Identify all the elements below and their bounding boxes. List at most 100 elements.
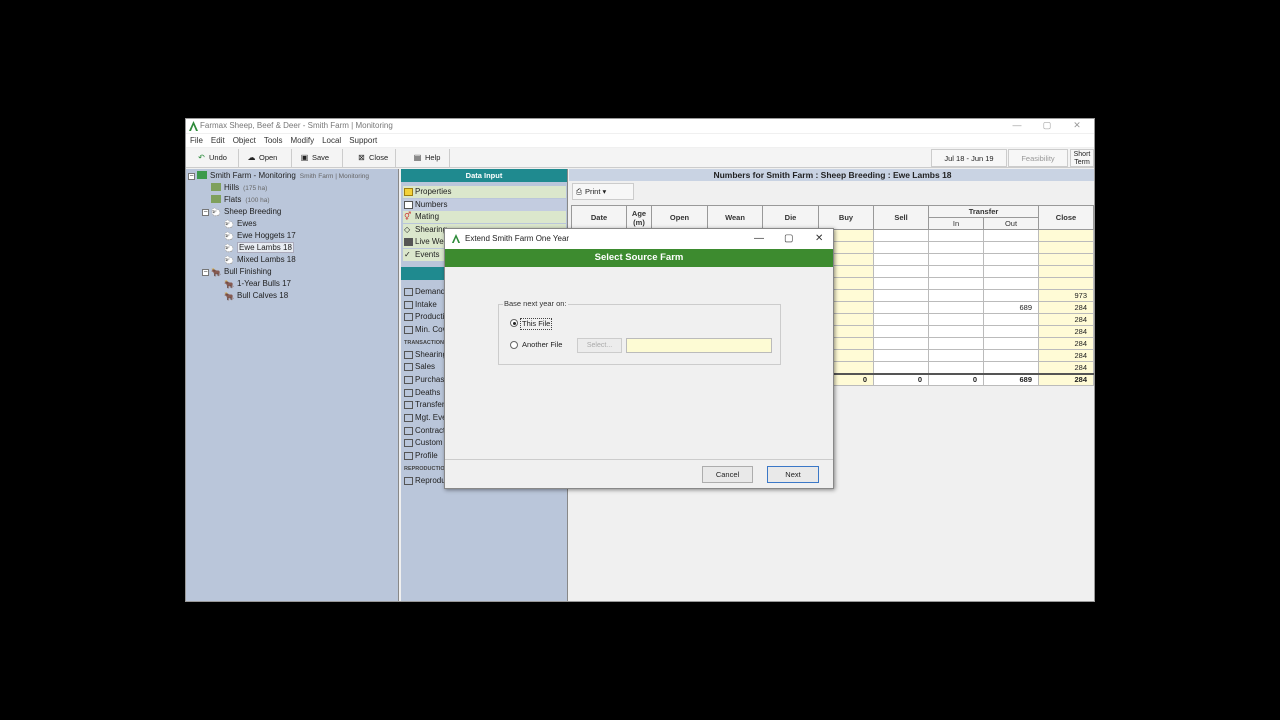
- table-cell[interactable]: [873, 337, 929, 350]
- table-cell[interactable]: [1038, 229, 1094, 242]
- open-button[interactable]: ☁ Open: [244, 149, 292, 167]
- data-item-contract[interactable]: Contract: [403, 425, 445, 437]
- table-cell[interactable]: [983, 361, 1039, 374]
- tree-sheep-breeding[interactable]: 🐑 Sheep Breeding: [211, 206, 281, 218]
- table-cell[interactable]: 284: [1038, 301, 1094, 314]
- table-cell[interactable]: [983, 313, 1039, 326]
- print-button[interactable]: ⎙ Print ▾: [572, 183, 634, 200]
- file-path-field[interactable]: [626, 338, 772, 353]
- table-cell[interactable]: [873, 313, 929, 326]
- next-button[interactable]: Next: [767, 466, 819, 483]
- feasibility-button[interactable]: Feasibility: [1008, 149, 1068, 167]
- tree-flats[interactable]: Flats (100 ha): [211, 194, 270, 206]
- table-cell[interactable]: [873, 241, 929, 254]
- data-item-properties[interactable]: Properties: [403, 186, 566, 198]
- data-item-mgt-events[interactable]: Mgt. Eve: [403, 412, 447, 424]
- menu-object[interactable]: Object: [229, 134, 260, 147]
- table-cell[interactable]: [928, 337, 984, 350]
- tree-bull-finishing[interactable]: 🐂 Bull Finishing: [211, 266, 272, 278]
- table-cell[interactable]: [1038, 241, 1094, 254]
- table-cell[interactable]: 284: [1038, 313, 1094, 326]
- tree-hills[interactable]: Hills (175 ha): [211, 182, 267, 194]
- table-cell[interactable]: 284: [1038, 361, 1094, 374]
- data-item-numbers[interactable]: Numbers: [403, 199, 566, 211]
- undo-button[interactable]: ↶ Undo: [194, 149, 239, 167]
- data-item-mating[interactable]: ⚥ Mating: [403, 211, 566, 223]
- table-cell[interactable]: [928, 289, 984, 302]
- data-item-demand[interactable]: Demand: [403, 286, 445, 298]
- data-item-deaths[interactable]: Deaths: [403, 387, 440, 399]
- data-item-reproduction[interactable]: Reprodu: [403, 475, 446, 487]
- table-cell[interactable]: [928, 349, 984, 362]
- table-cell[interactable]: 689: [983, 301, 1039, 314]
- table-cell[interactable]: [983, 241, 1039, 254]
- table-cell[interactable]: [983, 349, 1039, 362]
- data-item-trans-shearing[interactable]: Shearing: [403, 349, 447, 361]
- dialog-minimize-button[interactable]: —: [754, 229, 764, 249]
- table-cell[interactable]: [873, 253, 929, 266]
- collapse-sheep[interactable]: −: [202, 209, 209, 216]
- table-cell[interactable]: [928, 313, 984, 326]
- cancel-button[interactable]: Cancel: [702, 466, 753, 483]
- table-cell[interactable]: [1038, 277, 1094, 290]
- table-cell[interactable]: [983, 265, 1039, 278]
- table-cell[interactable]: [928, 325, 984, 338]
- table-cell[interactable]: [1038, 253, 1094, 266]
- data-item-custom[interactable]: Custom: [403, 437, 443, 449]
- data-item-sales[interactable]: Sales: [403, 361, 435, 373]
- tree-mixed-lambs[interactable]: 🐑 Mixed Lambs 18: [224, 254, 296, 266]
- table-cell[interactable]: [873, 265, 929, 278]
- help-button[interactable]: ▤ Help: [410, 149, 450, 167]
- close-button[interactable]: ⊠ Close: [354, 149, 396, 167]
- table-cell[interactable]: 973: [1038, 289, 1094, 302]
- data-item-min-cover[interactable]: Min. Cov: [403, 324, 447, 336]
- tree-one-year-bulls[interactable]: 🐂 1-Year Bulls 17: [224, 278, 291, 290]
- tree-ewe-hoggets[interactable]: 🐑 Ewe Hoggets 17: [224, 230, 296, 242]
- table-cell[interactable]: [873, 277, 929, 290]
- minimize-button[interactable]: —: [1002, 119, 1032, 133]
- table-cell[interactable]: [928, 361, 984, 374]
- table-cell[interactable]: [873, 325, 929, 338]
- this-file-radio[interactable]: [510, 319, 518, 327]
- menu-support[interactable]: Support: [345, 134, 381, 147]
- table-cell[interactable]: [873, 349, 929, 362]
- table-cell[interactable]: [928, 277, 984, 290]
- dialog-maximize-button[interactable]: ▢: [784, 229, 793, 249]
- data-item-intake[interactable]: Intake: [403, 299, 437, 311]
- table-cell[interactable]: [983, 337, 1039, 350]
- tree-root[interactable]: Smith Farm - Monitoring Smith Farm | Moni…: [197, 170, 369, 182]
- data-item-transfer[interactable]: Transfer: [403, 399, 445, 411]
- table-cell[interactable]: [873, 289, 929, 302]
- close-window-button[interactable]: ✕: [1062, 119, 1092, 133]
- table-cell[interactable]: [873, 301, 929, 314]
- table-cell[interactable]: [873, 361, 929, 374]
- this-file-label[interactable]: This File: [520, 318, 553, 330]
- table-cell[interactable]: [983, 229, 1039, 242]
- select-file-button[interactable]: Select...: [577, 338, 622, 353]
- table-cell[interactable]: [983, 277, 1039, 290]
- table-cell[interactable]: 284: [1038, 349, 1094, 362]
- table-cell[interactable]: [983, 325, 1039, 338]
- table-cell[interactable]: [928, 229, 984, 242]
- dialog-close-button[interactable]: ✕: [815, 229, 823, 249]
- data-item-production[interactable]: Producti: [403, 311, 444, 323]
- table-cell[interactable]: [928, 241, 984, 254]
- tree-ewe-lambs[interactable]: 🐑 Ewe Lambs 18: [224, 242, 294, 254]
- period-button[interactable]: Jul 18 - Jun 19: [931, 149, 1007, 167]
- tree-bull-calves[interactable]: 🐂 Bull Calves 18: [224, 290, 288, 302]
- another-file-radio[interactable]: [510, 341, 518, 349]
- table-cell[interactable]: [983, 289, 1039, 302]
- table-cell[interactable]: [983, 253, 1039, 266]
- table-cell[interactable]: [1038, 265, 1094, 278]
- table-cell[interactable]: [928, 301, 984, 314]
- table-cell[interactable]: [928, 265, 984, 278]
- menu-local[interactable]: Local: [318, 134, 345, 147]
- menu-file[interactable]: File: [186, 134, 207, 147]
- collapse-root[interactable]: −: [188, 173, 195, 180]
- menu-edit[interactable]: Edit: [207, 134, 229, 147]
- table-cell[interactable]: [928, 253, 984, 266]
- table-cell[interactable]: 284: [1038, 325, 1094, 338]
- save-button[interactable]: ▣ Save: [297, 149, 343, 167]
- maximize-button[interactable]: ▢: [1032, 119, 1062, 133]
- another-file-label[interactable]: Another File: [522, 340, 562, 350]
